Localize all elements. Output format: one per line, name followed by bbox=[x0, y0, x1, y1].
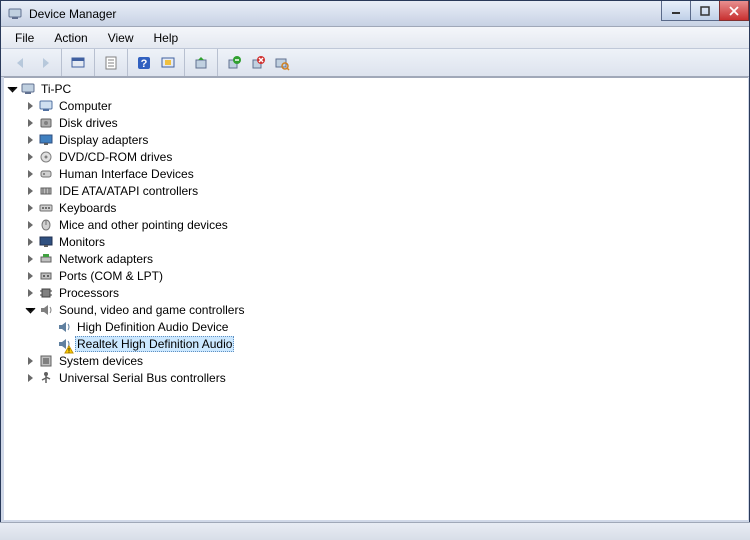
tree-node-label: High Definition Audio Device bbox=[75, 320, 230, 334]
expander-icon[interactable] bbox=[22, 149, 38, 165]
status-bar bbox=[0, 522, 750, 540]
tree-node-label: Mice and other pointing devices bbox=[57, 218, 230, 232]
expander-icon[interactable] bbox=[22, 234, 38, 250]
port-icon bbox=[38, 268, 54, 284]
menu-file[interactable]: File bbox=[5, 29, 44, 47]
sound-icon bbox=[38, 302, 54, 318]
hid-icon bbox=[38, 166, 54, 182]
tree-node-label: DVD/CD-ROM drives bbox=[57, 150, 174, 164]
tree-node-label: Monitors bbox=[57, 235, 107, 249]
mouse-icon bbox=[38, 217, 54, 233]
tree-category[interactable]: Keyboards bbox=[4, 199, 748, 216]
tree-category[interactable]: System devices bbox=[4, 352, 748, 369]
tree-node-label: Disk drives bbox=[57, 116, 120, 130]
svg-text:?: ? bbox=[141, 58, 148, 70]
window-title: Device Manager bbox=[29, 7, 116, 21]
disk-icon bbox=[38, 115, 54, 131]
tree-node-label: Display adapters bbox=[57, 133, 150, 147]
tree-category[interactable]: Computer bbox=[4, 97, 748, 114]
toolbar: ? bbox=[1, 49, 749, 77]
monitor-icon bbox=[38, 234, 54, 250]
dvd-icon bbox=[38, 149, 54, 165]
cpu-icon bbox=[38, 285, 54, 301]
tree-category[interactable]: Human Interface Devices bbox=[4, 165, 748, 182]
app-icon bbox=[7, 6, 23, 22]
expander-icon[interactable] bbox=[4, 81, 20, 97]
window-controls bbox=[662, 1, 749, 21]
tree-category[interactable]: Network adapters bbox=[4, 250, 748, 267]
maximize-button[interactable] bbox=[690, 1, 720, 21]
uninstall-button[interactable] bbox=[222, 52, 246, 74]
ide-icon bbox=[38, 183, 54, 199]
tree-node-label: Sound, video and game controllers bbox=[57, 303, 246, 317]
keyboard-icon bbox=[38, 200, 54, 216]
minimize-button[interactable] bbox=[661, 1, 691, 21]
tree-node-label: Network adapters bbox=[57, 252, 155, 266]
display-icon bbox=[38, 132, 54, 148]
tree-device[interactable]: Realtek High Definition Audio bbox=[4, 335, 748, 352]
back-button[interactable] bbox=[9, 52, 33, 74]
system-icon bbox=[38, 353, 54, 369]
help-button[interactable]: ? bbox=[132, 52, 156, 74]
title-bar: Device Manager bbox=[1, 1, 749, 27]
menu-action[interactable]: Action bbox=[44, 29, 97, 47]
tree-node-label: Keyboards bbox=[57, 201, 118, 215]
tree-category[interactable]: Processors bbox=[4, 284, 748, 301]
speaker-icon bbox=[56, 319, 72, 335]
network-icon bbox=[38, 251, 54, 267]
expander-icon[interactable] bbox=[22, 132, 38, 148]
tree-node-label: Computer bbox=[57, 99, 114, 113]
tree-root-node[interactable]: Ti-PC bbox=[4, 80, 748, 97]
speaker-icon bbox=[56, 336, 72, 352]
tree-node-label: System devices bbox=[57, 354, 145, 368]
device-tree[interactable]: Ti-PC Computer Disk drives Display adapters… bbox=[4, 77, 748, 520]
tree-node-label: Human Interface Devices bbox=[57, 167, 196, 181]
expander-icon[interactable] bbox=[22, 251, 38, 267]
expander-icon bbox=[40, 319, 56, 335]
scan-hardware-button[interactable] bbox=[270, 52, 294, 74]
expander-icon[interactable] bbox=[22, 302, 38, 318]
warning-badge-icon bbox=[64, 344, 74, 354]
computer-icon bbox=[20, 81, 36, 97]
tree-category[interactable]: Mice and other pointing devices bbox=[4, 216, 748, 233]
menu-bar: File Action View Help bbox=[1, 27, 749, 49]
tree-node-label: Ti-PC bbox=[39, 82, 73, 96]
tree-node-label: Processors bbox=[57, 286, 121, 300]
expander-icon[interactable] bbox=[22, 353, 38, 369]
computer-icon bbox=[38, 98, 54, 114]
expander-icon[interactable] bbox=[22, 268, 38, 284]
properties-button[interactable] bbox=[99, 52, 123, 74]
menu-view[interactable]: View bbox=[98, 29, 144, 47]
menu-help[interactable]: Help bbox=[144, 29, 189, 47]
tree-node-label: IDE ATA/ATAPI controllers bbox=[57, 184, 200, 198]
tree-category[interactable]: Sound, video and game controllers bbox=[4, 301, 748, 318]
usb-icon bbox=[38, 370, 54, 386]
tree-category[interactable]: IDE ATA/ATAPI controllers bbox=[4, 182, 748, 199]
tree-category[interactable]: Disk drives bbox=[4, 114, 748, 131]
tree-category[interactable]: Ports (COM & LPT) bbox=[4, 267, 748, 284]
expander-icon[interactable] bbox=[22, 285, 38, 301]
tree-category[interactable]: DVD/CD-ROM drives bbox=[4, 148, 748, 165]
expander-icon bbox=[40, 336, 56, 352]
expander-icon[interactable] bbox=[22, 183, 38, 199]
tree-category[interactable]: Monitors bbox=[4, 233, 748, 250]
update-driver-button[interactable] bbox=[189, 52, 213, 74]
tree-category[interactable]: Display adapters bbox=[4, 131, 748, 148]
tree-node-label: Realtek High Definition Audio bbox=[75, 336, 234, 352]
tree-node-label: Universal Serial Bus controllers bbox=[57, 371, 228, 385]
expander-icon[interactable] bbox=[22, 200, 38, 216]
tree-category[interactable]: Universal Serial Bus controllers bbox=[4, 369, 748, 386]
tree-node-label: Ports (COM & LPT) bbox=[57, 269, 165, 283]
expander-icon[interactable] bbox=[22, 166, 38, 182]
tree-device[interactable]: High Definition Audio Device bbox=[4, 318, 748, 335]
show-hidden-button[interactable] bbox=[66, 52, 90, 74]
expander-icon[interactable] bbox=[22, 217, 38, 233]
refresh-button[interactable] bbox=[156, 52, 180, 74]
forward-button[interactable] bbox=[33, 52, 57, 74]
disable-button[interactable] bbox=[246, 52, 270, 74]
expander-icon[interactable] bbox=[22, 370, 38, 386]
expander-icon[interactable] bbox=[22, 115, 38, 131]
expander-icon[interactable] bbox=[22, 98, 38, 114]
close-button[interactable] bbox=[719, 1, 749, 21]
